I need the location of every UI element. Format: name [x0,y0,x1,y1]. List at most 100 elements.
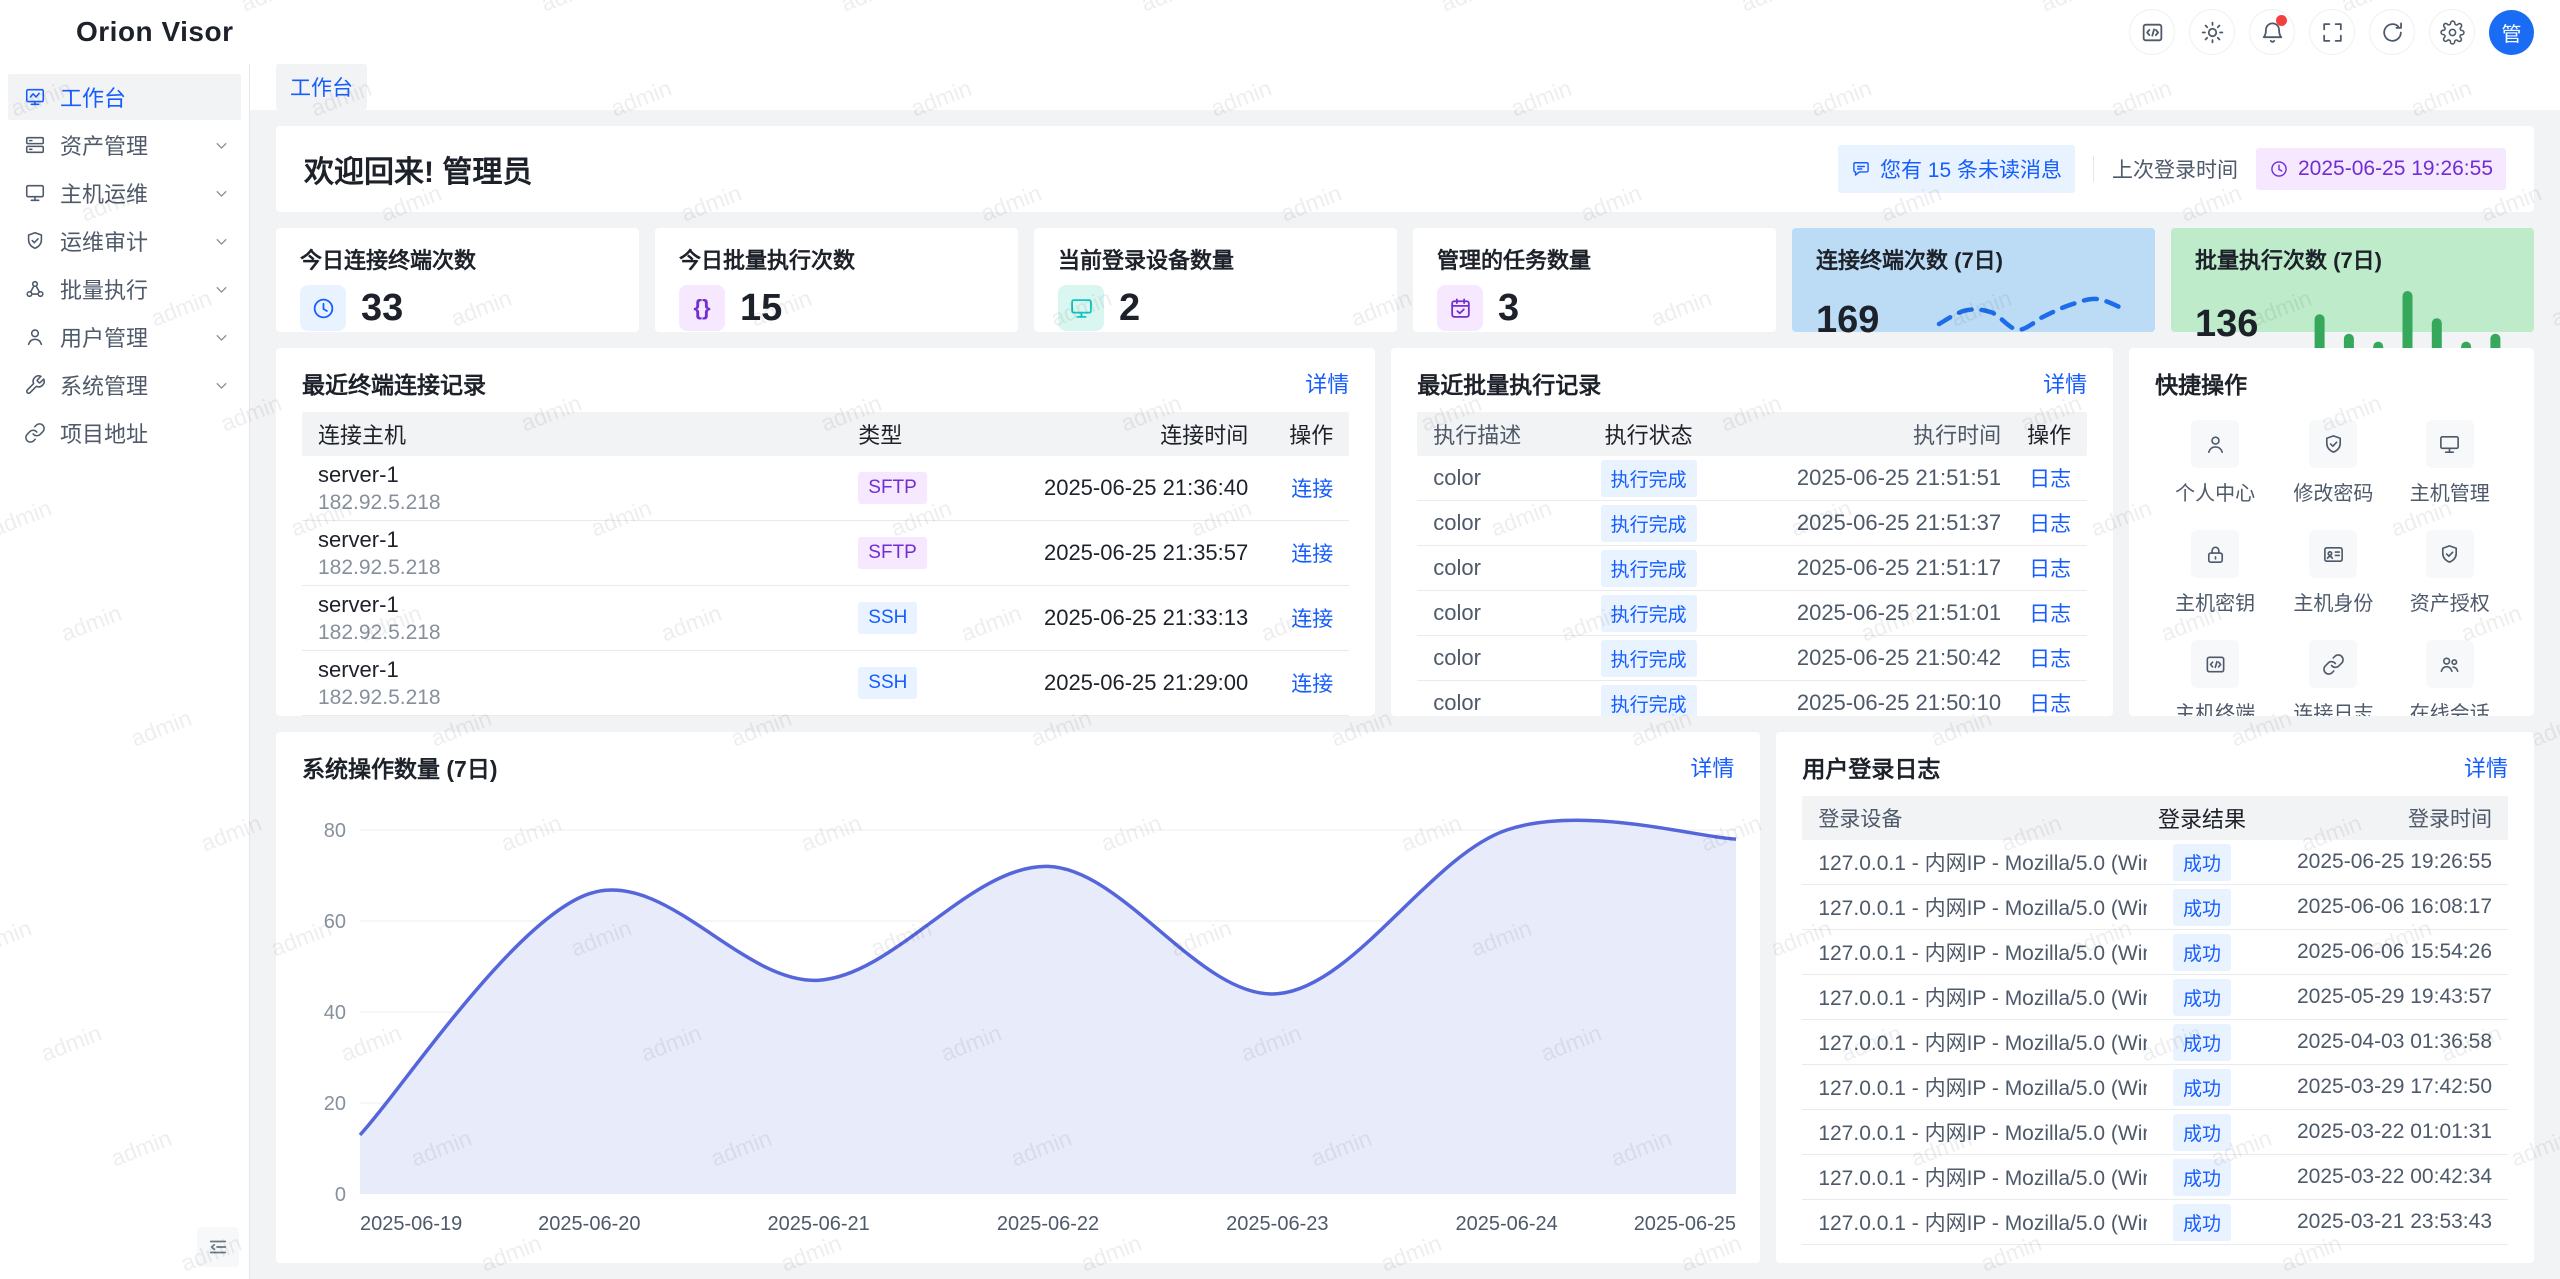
connect-link[interactable]: 连接 [1291,478,1333,501]
login-result-badge: 成功 [2173,1159,2231,1196]
execution-status-badge: 执行完成 [1601,685,1697,717]
quick-action-connection-logs[interactable]: 连接日志 [2275,640,2391,716]
execution-desc: color [1433,600,1566,626]
quick-action-label: 主机密钥 [2175,587,2255,616]
unread-messages-badge[interactable]: 您有 15 条未读消息 [1838,145,2075,193]
log-link[interactable]: 日志 [2029,648,2071,671]
log-link[interactable]: 日志 [2029,513,2071,536]
connections-detail-link[interactable]: 详情 [1305,367,1349,399]
table-row: color 执行完成 2025-06-25 21:51:51 日志 [1417,456,2087,501]
stat-title: 连接终端次数 (7日) [1816,243,2131,275]
code-window-icon [2140,20,2165,45]
protocol-badge: SSH [858,667,917,699]
card-title: 系统操作数量 (7日) [302,750,498,784]
login-time: 2025-06-25 19:26:55 [2257,850,2492,874]
quick-action-label: 修改密码 [2293,477,2373,506]
table-header: 执行描述 执行状态 执行时间 操作 [1417,412,2087,456]
chevron-down-icon [214,234,229,249]
log-link[interactable]: 日志 [2029,558,2071,581]
last-login-label: 上次登录时间 [2112,154,2238,184]
connect-link[interactable]: 连接 [1291,543,1333,566]
sidebar-item-audit[interactable]: 运维审计 [8,218,241,264]
link-icon [24,422,46,444]
app-logo[interactable]: Orion Visor [26,13,233,51]
refresh-button[interactable] [2369,9,2415,55]
quick-action-label: 主机管理 [2410,477,2490,506]
connections-table-body: server-1 182.92.5.218 SFTP 2025-06-25 21… [302,456,1349,716]
message-icon [1851,159,1871,179]
theme-toggle-button[interactable] [2189,9,2235,55]
connection-time: 2025-06-25 21:35:57 [968,540,1248,566]
app-header: Orion Visor 管 [0,0,2560,64]
terminal-7d-sparkline [1931,285,2131,355]
lock-icon [2191,530,2239,578]
table-row: 127.0.0.1 - 内网IP - Mozilla/5.0 (Windows … [1802,930,2508,975]
terminal-icon [2191,640,2239,688]
execution-desc: color [1433,645,1566,671]
login-time: 2025-06-06 15:54:26 [2257,940,2492,964]
chevron-down-icon [214,138,229,153]
log-link[interactable]: 日志 [2029,468,2071,491]
quick-actions-grid: 个人中心 修改密码 主机管理 主机密钥 主机身份 资产授权 主机终端 连接日志 … [2155,412,2508,716]
executions-detail-link[interactable]: 详情 [2043,367,2087,399]
sidebar-collapse-button[interactable] [197,1227,239,1267]
sidebar-item-host-ops[interactable]: 主机运维 [8,170,241,216]
login-logs-card: 用户登录日志 详情 登录设备 登录结果 登录时间 127.0.0.1 - 内网I… [1776,732,2534,1263]
welcome-card: 欢迎回来! 管理员 您有 15 条未读消息 上次登录时间 2025-06-25 … [276,126,2534,212]
execution-time: 2025-06-25 21:51:01 [1731,600,2001,626]
quick-action-profile[interactable]: 个人中心 [2155,420,2275,506]
log-link[interactable]: 日志 [2029,693,2071,716]
table-header: 连接主机 类型 连接时间 操作 [302,412,1349,456]
connection-time: 2025-06-25 21:29:00 [968,670,1248,696]
stat-card-terminal-today: 今日连接终端次数 33 [276,228,639,332]
settings-button[interactable] [2429,9,2475,55]
svg-text:2025-06-25: 2025-06-25 [1634,1213,1736,1235]
execution-status-badge: 执行完成 [1601,550,1697,587]
login-device: 127.0.0.1 - 内网IP - Mozilla/5.0 (Windows … [1818,1117,2147,1147]
user-avatar[interactable]: 管 [2489,10,2534,55]
sidebar-item-project-link[interactable]: 项目地址 [8,410,241,456]
fullscreen-button[interactable] [2309,9,2355,55]
quick-action-host-terminal[interactable]: 主机终端 [2155,640,2275,716]
sidebar-item-label: 工作台 [60,81,126,113]
connect-link[interactable]: 连接 [1291,673,1333,696]
cluster-icon [24,278,46,300]
column-header: 连接时间 [968,418,1248,450]
connect-link[interactable]: 连接 [1291,608,1333,631]
log-link[interactable]: 日志 [2029,603,2071,626]
sidebar-item-batch-exec[interactable]: 批量执行 [8,266,241,312]
login-result-badge: 成功 [2173,1114,2231,1151]
sidebar-item-assets[interactable]: 资产管理 [8,122,241,168]
sidebar-item-users[interactable]: 用户管理 [8,314,241,360]
login-result-badge: 成功 [2173,1069,2231,1106]
quick-action-host-keys[interactable]: 主机密钥 [2155,530,2275,616]
login-logs-detail-link[interactable]: 详情 [2464,751,2508,783]
execution-time: 2025-06-25 21:51:37 [1731,510,2001,536]
sidebar-item-label: 批量执行 [60,273,148,305]
table-row: server-1 182.92.5.218 SFTP 2025-06-25 21… [302,521,1349,586]
execution-status-badge: 执行完成 [1601,460,1697,497]
login-time: 2025-06-06 16:08:17 [2257,895,2492,919]
stats-row: 今日连接终端次数 33 今日批量执行次数 {} 15 当前登录设备数量 [276,228,2534,332]
sidebar-item-system[interactable]: 系统管理 [8,362,241,408]
table-row: 127.0.0.1 - 内网IP - Mozilla/5.0 (Windows … [1802,975,2508,1020]
refresh-icon [2380,20,2405,45]
quick-action-asset-auth[interactable]: 资产授权 [2392,530,2508,616]
quick-action-label: 个人中心 [2175,477,2255,506]
quick-action-change-password[interactable]: 修改密码 [2275,420,2391,506]
sidebar-item-workbench[interactable]: 工作台 [8,74,241,120]
quick-action-online-sessions[interactable]: 在线会话 [2392,640,2508,716]
notifications-button[interactable] [2249,9,2295,55]
login-time: 2025-04-03 01:36:58 [2257,1030,2492,1054]
code-runner-button[interactable] [2129,9,2175,55]
ops-chart-detail-link[interactable]: 详情 [1690,751,1734,783]
svg-text:2025-06-19: 2025-06-19 [360,1213,462,1235]
quick-action-host-identity[interactable]: 主机身份 [2275,530,2391,616]
notification-dot [2276,15,2287,26]
quick-action-host-manage[interactable]: 主机管理 [2392,420,2508,506]
column-header: 执行状态 [1566,418,1731,450]
breadcrumb-item-workbench[interactable]: 工作台 [276,64,367,110]
execution-time: 2025-06-25 21:50:42 [1731,645,2001,671]
sidebar-item-label: 主机运维 [60,177,148,209]
table-row: color 执行完成 2025-06-25 21:51:01 日志 [1417,591,2087,636]
